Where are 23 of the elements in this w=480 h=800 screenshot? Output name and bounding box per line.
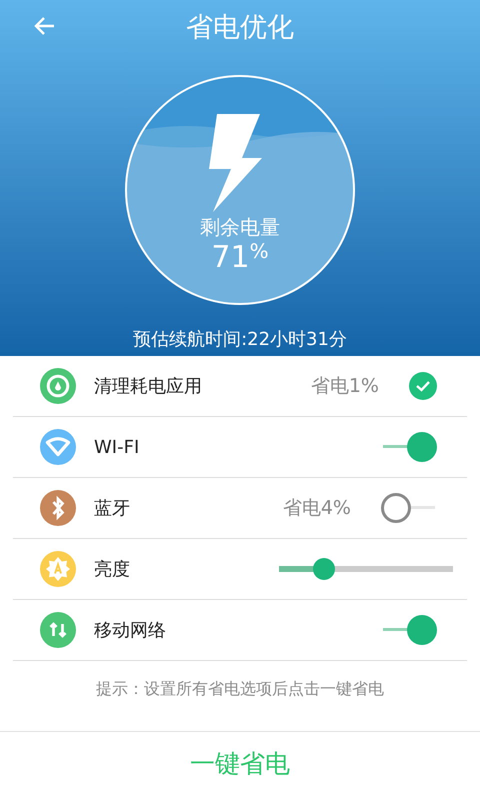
setting-row[interactable]: 蓝牙 省电4% bbox=[13, 478, 467, 539]
hint-text: 提示：设置所有省电选项后点击一键省电 bbox=[95, 678, 385, 700]
setting-row[interactable]: 亮度 bbox=[13, 539, 467, 600]
brightness-slider[interactable] bbox=[279, 557, 453, 581]
setting-label: 亮度 bbox=[94, 558, 130, 582]
setting-row[interactable]: 清理耗电应用 省电1% bbox=[13, 356, 467, 417]
setting-label: WI-FI bbox=[94, 436, 140, 460]
percent-sign: % bbox=[250, 240, 269, 262]
page-title: 省电优化 bbox=[186, 11, 294, 45]
setting-row[interactable]: 移动网络 bbox=[13, 600, 467, 661]
toggle-switch[interactable] bbox=[381, 615, 437, 645]
setting-row[interactable]: WI-FI bbox=[13, 417, 467, 478]
saving-value: 省电1% bbox=[310, 374, 379, 399]
battery-estimate: 预估续航时间:22小时31分 bbox=[133, 328, 347, 352]
toggle-switch[interactable] bbox=[381, 432, 437, 462]
setting-label: 蓝牙 bbox=[94, 496, 130, 520]
setting-label: 移动网络 bbox=[94, 618, 166, 642]
battery-label: 剩余电量 bbox=[200, 214, 280, 240]
toggle-switch[interactable] bbox=[381, 493, 437, 523]
check-icon[interactable] bbox=[409, 372, 437, 400]
saving-value: 省电4% bbox=[282, 496, 351, 521]
battery-percent: 71 bbox=[211, 240, 250, 276]
setting-label: 清理耗电应用 bbox=[94, 374, 202, 398]
